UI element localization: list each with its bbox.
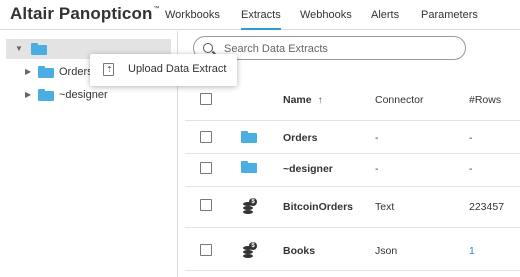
row-connector: -	[375, 132, 379, 144]
trademark-symbol: ™	[153, 6, 160, 12]
app-logo: Altair Panopticon™	[10, 4, 160, 24]
row-count: -	[469, 132, 473, 144]
row-connector: -	[375, 163, 379, 175]
sort-ascending-icon[interactable]: ↑	[318, 95, 323, 106]
row-name[interactable]: ~designer	[283, 163, 333, 175]
table-row[interactable]: $ Books Json 1	[185, 228, 520, 260]
row-connector: Text	[375, 201, 395, 213]
tab-parameters[interactable]: Parameters	[421, 9, 478, 30]
row-name[interactable]: Orders	[283, 132, 317, 144]
menu-item-upload-data-extract[interactable]: ⇡ Upload Data Extract	[90, 54, 237, 86]
caret-right-icon[interactable]: ▶	[25, 67, 31, 76]
tab-extracts[interactable]: Extracts	[241, 9, 281, 30]
table-row[interactable]: ~designer - -	[185, 153, 520, 185]
column-header-connector[interactable]: Connector	[375, 94, 423, 106]
search-input[interactable]	[224, 41, 454, 56]
folder-icon	[38, 66, 54, 78]
row-name[interactable]: BitcoinOrders	[283, 201, 353, 213]
database-icon: $	[243, 242, 257, 258]
row-checkbox[interactable]	[200, 131, 212, 143]
column-header-label: Name	[283, 94, 312, 106]
context-menu: ⇡ Upload Data Extract	[90, 54, 237, 86]
table-row[interactable]: Orders - -	[185, 121, 520, 153]
row-checkbox[interactable]	[200, 244, 212, 256]
select-all-checkbox[interactable]	[200, 93, 212, 105]
caret-right-icon[interactable]: ▶	[25, 90, 31, 99]
caret-down-icon[interactable]: ▼	[15, 44, 23, 53]
brand-name: Altair Panopticon	[10, 4, 153, 23]
tab-webhooks[interactable]: Webhooks	[300, 9, 352, 30]
menu-item-label: Upload Data Extract	[128, 63, 227, 75]
column-header-rows[interactable]: #Rows	[469, 94, 501, 106]
row-count: -	[469, 163, 473, 175]
search-icon	[203, 43, 213, 53]
folder-icon	[241, 161, 257, 173]
row-count: 223457	[469, 201, 505, 213]
folder-icon	[31, 43, 47, 55]
tab-alerts[interactable]: Alerts	[371, 9, 399, 30]
column-header-name[interactable]: Name ↑	[283, 94, 323, 106]
row-checkbox[interactable]	[200, 199, 212, 211]
tree-item-label: ~designer	[59, 89, 108, 101]
upload-file-icon: ⇡	[103, 63, 114, 76]
row-name[interactable]: Books	[283, 245, 315, 257]
app-header: Altair Panopticon™ Workbooks Extracts We…	[0, 0, 520, 30]
database-icon: $	[243, 198, 257, 214]
row-connector: Json	[375, 245, 398, 257]
row-checkbox[interactable]	[200, 162, 212, 174]
divider	[185, 270, 520, 271]
folder-icon	[241, 131, 257, 143]
folder-icon	[38, 89, 54, 101]
tab-workbooks[interactable]: Workbooks	[165, 9, 220, 30]
tree-item-label: Orders	[59, 66, 93, 78]
table-row[interactable]: $ BitcoinOrders Text 223457	[185, 186, 520, 218]
row-count-link[interactable]: 1	[469, 245, 475, 257]
